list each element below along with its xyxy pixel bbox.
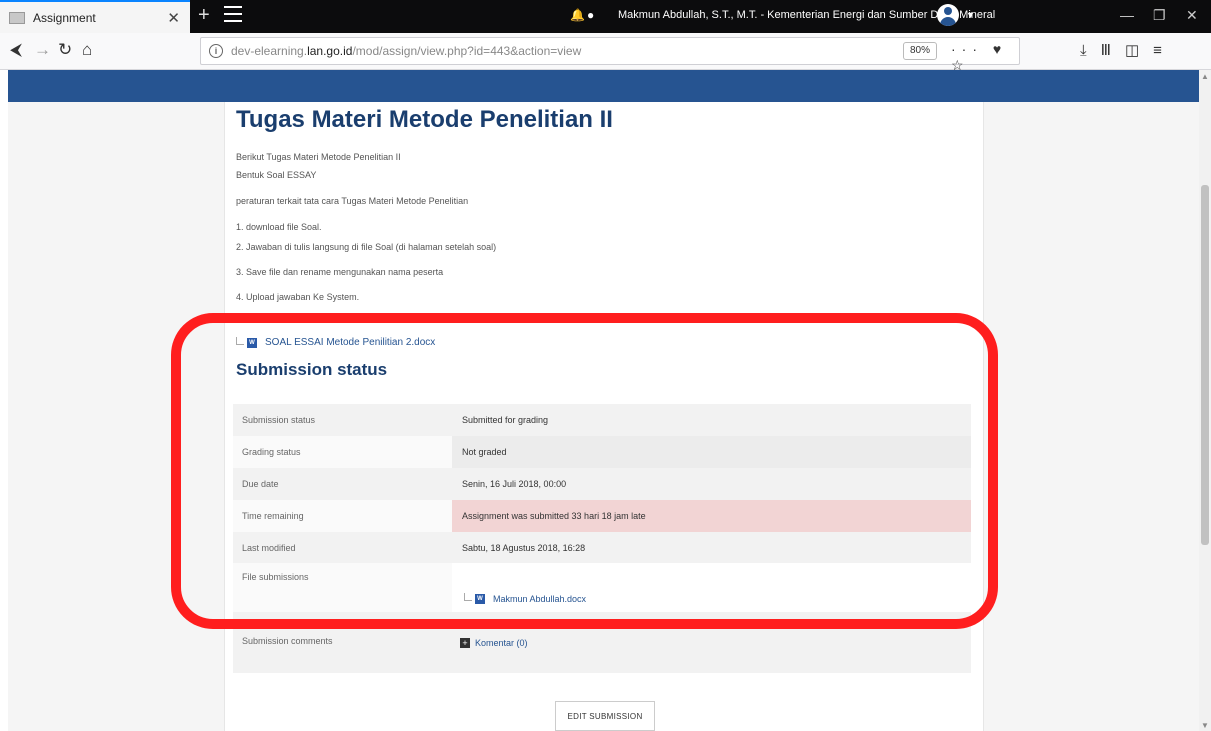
url-text: dev-elearning.lan.go.id/mod/assign/view.… xyxy=(231,44,582,58)
intro-line: 2. Jawaban di tulis langsung di file Soa… xyxy=(236,242,497,252)
home-icon[interactable]: ⌂ xyxy=(82,40,92,60)
comments-toggle[interactable]: + Komentar (0) xyxy=(460,637,528,648)
row-label: Submission comments xyxy=(233,612,452,673)
intro-line: 3. Save file dan rename mengunakan nama … xyxy=(236,267,444,277)
reload-icon[interactable]: ↻ xyxy=(58,40,72,60)
pocket-icon: ♥ xyxy=(992,41,1008,57)
row-value: W Makmun Abdullah.docx xyxy=(452,563,971,612)
tree-connector-icon xyxy=(236,336,244,345)
table-row: Last modified Sabtu, 18 Agustus 2018, 16… xyxy=(233,532,971,563)
download-icon: ⤓ xyxy=(1080,42,1101,59)
intro-line: peraturan terkait tata cara Tugas Materi… xyxy=(236,196,469,206)
back-icon[interactable]: ⮜ xyxy=(10,40,22,60)
row-value: Senin, 16 Juli 2018, 00:00 xyxy=(452,468,971,500)
attachment-filename: SOAL ESSAI Metode Penilitian 2.docx xyxy=(265,337,436,348)
intro-line: 1. download file Soal. xyxy=(236,222,322,232)
row-label: File submissions xyxy=(233,563,452,612)
toolbar-right[interactable]: ⤓Ⅲ◫≡ xyxy=(1080,41,1176,59)
table-row: Due date Senin, 16 Juli 2018, 00:00 xyxy=(233,468,971,500)
intro-line: Berikut Tugas Materi Metode Penelitian I… xyxy=(236,152,401,162)
forward-icon[interactable]: → xyxy=(34,40,51,60)
browser-tab-bar: Assignment ✕ + — ❐ ✕ xyxy=(0,0,1211,33)
new-tab-icon[interactable]: + xyxy=(198,4,210,27)
table-row: File submissions W Makmun Abdullah.docx xyxy=(233,563,971,612)
table-row: Time remaining Assignment was submitted … xyxy=(233,500,971,532)
intro-line: Bentuk Soal ESSAY xyxy=(236,170,317,180)
browser-tab[interactable]: Assignment ✕ xyxy=(0,0,190,33)
browser-nav-bar: ⮜ → ↻ ⌂ i dev-elearning.lan.go.id/mod/as… xyxy=(0,33,1211,73)
row-value: Submitted for grading xyxy=(452,404,971,436)
restore-icon[interactable]: ❐ xyxy=(1153,7,1166,24)
table-row: Submission comments + Komentar (0) xyxy=(233,612,971,673)
tab-title: Assignment xyxy=(33,10,96,25)
messages-icon[interactable]: ● xyxy=(587,8,594,22)
word-document-icon: W xyxy=(475,594,485,604)
row-label: Due date xyxy=(233,468,452,500)
scroll-down-icon[interactable]: ▼ xyxy=(1201,721,1209,730)
assignment-title: Tugas Materi Metode Penelitian II xyxy=(236,106,613,133)
row-label: Submission status xyxy=(233,404,452,436)
nav-drawer-toggle-icon[interactable] xyxy=(224,6,242,22)
intro-line: 4. Upload jawaban Ke System. xyxy=(236,292,360,302)
row-value: Sabtu, 18 Agustus 2018, 16:28 xyxy=(452,532,971,563)
tree-connector-icon xyxy=(464,593,472,601)
more-actions-icon: ··· xyxy=(951,41,983,57)
library-icon: Ⅲ xyxy=(1100,42,1125,59)
row-label: Grading status xyxy=(233,436,452,468)
expand-plus-icon: + xyxy=(460,637,470,648)
edit-submission-button[interactable]: EDIT SUBMISSION xyxy=(555,701,655,731)
comments-link: Komentar (0) xyxy=(475,637,528,648)
submitted-filename: Makmun Abdullah.docx xyxy=(493,594,587,604)
page-favicon-icon xyxy=(9,11,25,24)
notification-bell-icon[interactable]: 🔔 xyxy=(570,8,585,22)
file-submission-link[interactable]: W Makmun Abdullah.docx xyxy=(464,593,587,604)
site-header xyxy=(8,70,1199,102)
assignment-attachment-link[interactable]: W SOAL ESSAI Metode Penilitian 2.docx xyxy=(236,336,436,348)
user-menu-chevron-icon[interactable]: ▼ xyxy=(966,10,975,20)
submission-status-heading: Submission status xyxy=(236,360,388,379)
zoom-level[interactable]: 80% xyxy=(903,42,938,60)
scrollbar-thumb[interactable] xyxy=(1201,185,1209,545)
table-row: Grading status Not graded xyxy=(233,436,971,468)
user-avatar-icon[interactable] xyxy=(937,4,959,26)
window-close-icon[interactable]: ✕ xyxy=(1186,7,1198,24)
site-info-icon[interactable]: i xyxy=(209,44,223,58)
row-value-late: Assignment was submitted 33 hari 18 jam … xyxy=(452,500,971,532)
scroll-up-icon[interactable]: ▲ xyxy=(1201,72,1209,81)
word-document-icon: W xyxy=(247,337,257,348)
table-row: Submission status Submitted for grading xyxy=(233,404,971,436)
minimize-icon[interactable]: — xyxy=(1120,7,1134,23)
menu-icon: ≡ xyxy=(1153,42,1176,59)
sidebar-icon: ◫ xyxy=(1124,42,1154,59)
row-label: Time remaining xyxy=(233,500,452,532)
row-label: Last modified xyxy=(233,532,452,563)
row-value: Not graded xyxy=(452,436,971,468)
row-value: + Komentar (0) xyxy=(452,612,971,673)
close-tab-icon[interactable]: ✕ xyxy=(167,9,180,27)
url-bar[interactable]: i dev-elearning.lan.go.id/mod/assign/vie… xyxy=(200,37,1020,73)
